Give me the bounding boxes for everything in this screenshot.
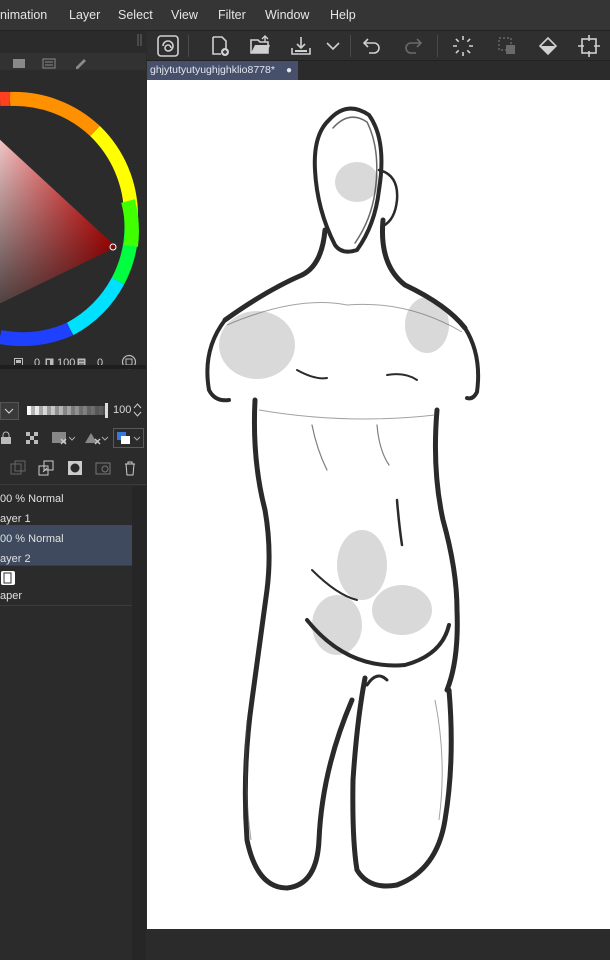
menu-animation[interactable]: nimation xyxy=(0,8,47,22)
layer-actions-row xyxy=(0,457,146,479)
opacity-stepper[interactable] xyxy=(133,402,142,423)
color-settings-icon[interactable] xyxy=(121,354,137,373)
layer-color-dropdown[interactable] xyxy=(113,428,144,448)
command-bar xyxy=(147,31,610,61)
layer-blend-label: 00 % Normal xyxy=(0,493,64,505)
lock-transparency-icon[interactable] xyxy=(25,431,41,450)
merge-layer-icon[interactable] xyxy=(95,460,112,481)
menu-window[interactable]: Window xyxy=(265,8,309,22)
transform-icon[interactable] xyxy=(495,34,519,58)
redo-icon[interactable] xyxy=(401,34,425,58)
hsv-readout: 0 100 0 xyxy=(0,354,146,373)
new-file-icon[interactable] xyxy=(208,34,232,58)
menu-select[interactable]: Select xyxy=(118,8,153,22)
layer-name: aper xyxy=(0,590,23,602)
menu-help[interactable]: Help xyxy=(330,8,356,22)
layer-opacity-row: 100 xyxy=(0,400,146,422)
opacity-slider[interactable] xyxy=(27,406,107,415)
layer-item-paper[interactable]: aper xyxy=(0,566,132,606)
transfer-layer-icon[interactable] xyxy=(38,460,54,481)
save-icon[interactable] xyxy=(289,34,313,58)
layer-panel-scroll-area[interactable] xyxy=(132,486,146,960)
fill-bucket-icon[interactable] xyxy=(536,34,560,58)
palette-tab-strip xyxy=(0,53,146,70)
layer-item[interactable]: 00 % Normal ayer 1 xyxy=(0,485,132,525)
figure-sketch xyxy=(205,106,481,891)
crop-icon[interactable] xyxy=(577,34,601,58)
layer-name: ayer 1 xyxy=(0,513,31,525)
chevron-down-icon[interactable] xyxy=(321,34,345,58)
document-tab[interactable]: ghjytutyutyughjghklio8778* ● xyxy=(147,61,298,80)
unsaved-dot-icon[interactable]: ● xyxy=(286,61,292,80)
clip-studio-icon[interactable] xyxy=(156,34,180,58)
panel-grip-icon[interactable] xyxy=(137,33,143,51)
undo-icon[interactable] xyxy=(360,34,384,58)
layer-name: ayer 2 xyxy=(0,553,31,565)
menu-bar: nimation Layer Select View Filter Window… xyxy=(0,0,610,31)
document-title: ghjytutyutyughjghklio8778* xyxy=(150,64,275,76)
loading-spinner-icon[interactable] xyxy=(451,34,475,58)
blend-mode-dropdown[interactable] xyxy=(0,402,19,420)
opacity-value[interactable]: 100 xyxy=(113,404,131,416)
layer-item-selected[interactable]: 00 % Normal ayer 2 xyxy=(0,525,132,565)
new-raster-layer-icon[interactable] xyxy=(10,460,26,481)
delete-layer-icon[interactable] xyxy=(123,460,137,481)
menu-view[interactable]: View xyxy=(171,8,198,22)
lock-icon[interactable] xyxy=(0,431,12,450)
clip-to-layer-icon[interactable] xyxy=(51,430,77,451)
opacity-slider-handle[interactable] xyxy=(105,403,108,418)
menu-filter[interactable]: Filter xyxy=(218,8,246,22)
left-panel: 0 100 0 100 00 % Normal ayer 1 00 % Norm… xyxy=(0,31,146,960)
color-wheel-panel xyxy=(0,71,146,371)
paper-icon xyxy=(0,570,16,591)
color-wheel[interactable] xyxy=(0,71,146,371)
open-folder-icon[interactable] xyxy=(248,34,272,58)
reference-layer-icon[interactable] xyxy=(84,430,110,451)
layer-mask-icon[interactable] xyxy=(67,460,83,481)
layer-tools-row xyxy=(0,428,146,450)
menu-layer[interactable]: Layer xyxy=(69,8,100,22)
layer-blend-label: 00 % Normal xyxy=(0,533,64,545)
drawing-canvas[interactable] xyxy=(147,80,610,929)
